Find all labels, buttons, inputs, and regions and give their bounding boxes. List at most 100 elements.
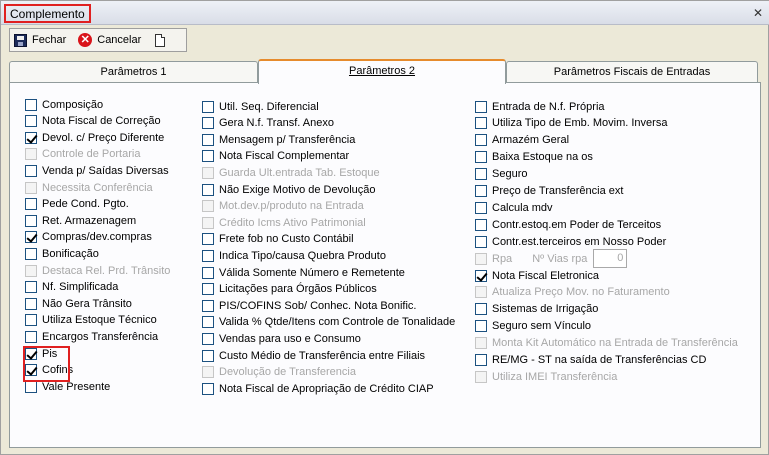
checkbox-licitacoes-para-orgaos-publicos[interactable]: Licitações para Órgãos Públicos [202, 281, 377, 298]
checkbox-atualiza-preco-mov-no-faturamento[interactable]: Atualiza Preço Mov. no Faturamento [475, 284, 670, 301]
checkbox-box[interactable] [25, 281, 37, 294]
checkbox-box[interactable] [25, 181, 37, 194]
checkbox-pis-cofins-sob-conhec-nota-bonific[interactable]: PIS/COFINS Sob/ Conhec. Nota Bonific. [202, 297, 416, 314]
checkbox-box[interactable] [25, 247, 37, 260]
checkbox-box[interactable] [202, 183, 214, 196]
checkbox-box[interactable] [25, 115, 37, 128]
cancelar-button[interactable]: ✕ Cancelar [70, 30, 145, 50]
checkbox-custo-medio-de-transferencia-entre-filiais[interactable]: Custo Médio de Transferência entre Filia… [202, 347, 425, 364]
checkbox-box[interactable] [475, 100, 487, 113]
checkbox-gera-n-f-transf-anexo[interactable]: Gera N.f. Transf. Anexo [202, 115, 334, 132]
checkbox-box[interactable] [202, 283, 214, 296]
tab-parametros-1[interactable]: Parâmetros 1 [9, 61, 258, 82]
checkbox-box[interactable] [25, 330, 37, 343]
checkbox-mensagem-p-transferencia[interactable]: Mensagem p/ Transferência [202, 131, 355, 148]
checkbox-indica-tipo-causa-quebra-produto[interactable]: Indica Tipo/causa Quebra Produto [202, 247, 386, 264]
checkbox-devolucao-de-transferencia[interactable]: Devolução de Transferencia [202, 364, 356, 381]
checkbox-venda-p-saidas-diversas[interactable]: Venda p/ Saídas Diversas [25, 162, 169, 179]
checkbox-guarda-ult-entrada-tab-estoque[interactable]: Guarda Ult.entrada Tab. Estoque [202, 164, 380, 181]
checkbox-box[interactable] [475, 134, 487, 147]
checkbox-box[interactable] [475, 252, 487, 265]
checkbox-box[interactable] [25, 148, 37, 161]
checkbox-box[interactable] [202, 249, 214, 262]
checkbox-box[interactable] [202, 349, 214, 362]
checkbox-box[interactable] [475, 354, 487, 366]
checkbox-compras-dev-compras[interactable]: Compras/dev.compras [25, 229, 152, 246]
checkbox-box[interactable] [25, 380, 37, 393]
checkbox-util-seq-diferencial[interactable]: Util. Seq. Diferencial [202, 98, 319, 115]
checkbox-box[interactable] [25, 131, 37, 144]
checkbox-frete-fob-no-custo-contabil[interactable]: Frete fob no Custo Contábil [202, 231, 354, 248]
checkbox-re-mg-st-na-saida-de-transferencias-cd[interactable]: RE/MG - ST na saída de Transferências CD [475, 352, 706, 369]
checkbox-valida-somente-numero-e-remetente[interactable]: Válida Somente Número e Remetente [202, 264, 405, 281]
close-icon[interactable]: ✕ [752, 7, 764, 19]
checkbox-nf-simplificada[interactable]: Nf. Simplificada [25, 279, 118, 296]
checkbox-baixa-estoque-na-os[interactable]: Baixa Estoque na os [475, 149, 593, 166]
checkbox-box[interactable] [202, 366, 214, 379]
checkbox-box[interactable] [475, 235, 487, 248]
checkbox-sistemas-de-irrigacao[interactable]: Sistemas de Irrigação [475, 301, 598, 318]
checkbox-box[interactable] [475, 218, 487, 231]
checkbox-box[interactable] [475, 201, 487, 214]
checkbox-nota-fiscal-de-correcao[interactable]: Nota Fiscal de Correção [25, 113, 161, 130]
checkbox-nota-fiscal-eletronica[interactable]: Nota Fiscal Eletronica [475, 267, 599, 284]
checkbox-pede-cond-pgto[interactable]: Pede Cond. Pgto. [25, 196, 129, 213]
checkbox-box[interactable] [25, 214, 37, 227]
checkbox-vendas-para-uso-e-consumo[interactable]: Vendas para uso e Consumo [202, 330, 361, 347]
checkbox-box[interactable] [202, 200, 214, 213]
checkbox-box[interactable] [25, 264, 37, 277]
checkbox-valida-qtde-itens-com-controle-de-tonalidade[interactable]: Valida % Qtde/Itens com Controle de Tona… [202, 314, 455, 331]
checkbox-composicao[interactable]: Composição [25, 96, 103, 113]
checkbox-box[interactable] [25, 231, 37, 244]
checkbox-contr-estoq-em-poder-de-terceitos[interactable]: Contr.estoq.em Poder de Terceitos [475, 216, 661, 233]
checkbox-necessita-conferencia[interactable]: Necessita Conferência [25, 179, 153, 196]
checkbox-box[interactable] [202, 150, 214, 163]
checkbox-nao-exige-motivo-de-devolucao[interactable]: Não Exige Motivo de Devolução [202, 181, 376, 198]
checkbox-box[interactable] [202, 233, 214, 246]
vias-rpa-input[interactable]: 0 [593, 249, 628, 269]
checkbox-box[interactable] [475, 320, 487, 333]
checkbox-box[interactable] [202, 117, 214, 130]
fechar-button[interactable]: Fechar [10, 30, 70, 50]
checkbox-credito-icms-ativo-patrimonial[interactable]: Crédito Icms Ativo Patrimonial [202, 214, 366, 231]
checkbox-box[interactable] [25, 198, 37, 211]
checkbox-nota-fiscal-complementar[interactable]: Nota Fiscal Complementar [202, 148, 349, 165]
checkbox-box[interactable] [202, 332, 214, 345]
checkbox-box[interactable] [25, 98, 37, 111]
checkbox-box[interactable] [475, 337, 487, 350]
checkbox-seguro[interactable]: Seguro [475, 166, 527, 183]
checkbox-devol-c-preco-diferente[interactable]: Devol. c/ Preço Diferente [25, 129, 164, 146]
checkbox-bonificacao[interactable]: Bonificação [25, 245, 99, 262]
checkbox-utiliza-tipo-de-emb-movim-inversa[interactable]: Utiliza Tipo de Emb. Movim. Inversa [475, 115, 667, 132]
checkbox-controle-de-portaria[interactable]: Controle de Portaria [25, 146, 140, 163]
tab-parametros-fiscais-entradas[interactable]: Parâmetros Fiscais de Entradas [506, 61, 758, 82]
checkbox-box[interactable] [25, 164, 37, 177]
checkbox-box[interactable] [202, 166, 214, 179]
checkbox-box[interactable] [475, 286, 487, 299]
checkbox-box[interactable] [475, 117, 487, 130]
checkbox-box[interactable] [475, 303, 487, 316]
checkbox-box[interactable] [202, 382, 214, 395]
tab-parametros-2[interactable]: Parâmetros 2 [258, 59, 506, 84]
checkbox-box[interactable] [475, 151, 487, 164]
checkbox-contr-est-terceiros-em-nosso-poder[interactable]: Contr.est.terceiros em Nosso Poder [475, 233, 666, 250]
checkbox-box[interactable] [202, 216, 214, 229]
checkbox-box[interactable] [475, 185, 487, 197]
checkbox-destaca-rel-prd-transito[interactable]: Destaca Rel. Prd. Trânsito [25, 262, 170, 279]
new-button[interactable] [145, 30, 169, 50]
checkbox-box[interactable] [202, 266, 214, 279]
checkbox-armazem-geral[interactable]: Armazém Geral [475, 132, 569, 149]
checkbox-preco-de-transferencia-ext[interactable]: Preço de Transferência ext [475, 183, 623, 200]
checkbox-encargos-transferencia[interactable]: Encargos Transferência [25, 328, 158, 345]
checkbox-box[interactable] [475, 370, 487, 383]
checkbox-mot-dev-p-produto-na-entrada[interactable]: Mot.dev.p/produto na Entrada [202, 198, 364, 215]
checkbox-entrada-de-n-f-propria[interactable]: Entrada de N.f. Própria [475, 98, 605, 115]
checkbox-ret-armazenagem[interactable]: Ret. Armazenagem [25, 212, 136, 229]
checkbox-box[interactable] [202, 133, 214, 146]
checkbox-box[interactable] [202, 316, 214, 329]
checkbox-box[interactable] [202, 100, 214, 113]
checkbox-seguro-sem-vinculo[interactable]: Seguro sem Vínculo [475, 318, 591, 335]
checkbox-calcula-mdv[interactable]: Calcula mdv [475, 199, 553, 216]
checkbox-box[interactable] [475, 168, 487, 181]
checkbox-box[interactable] [475, 269, 487, 282]
